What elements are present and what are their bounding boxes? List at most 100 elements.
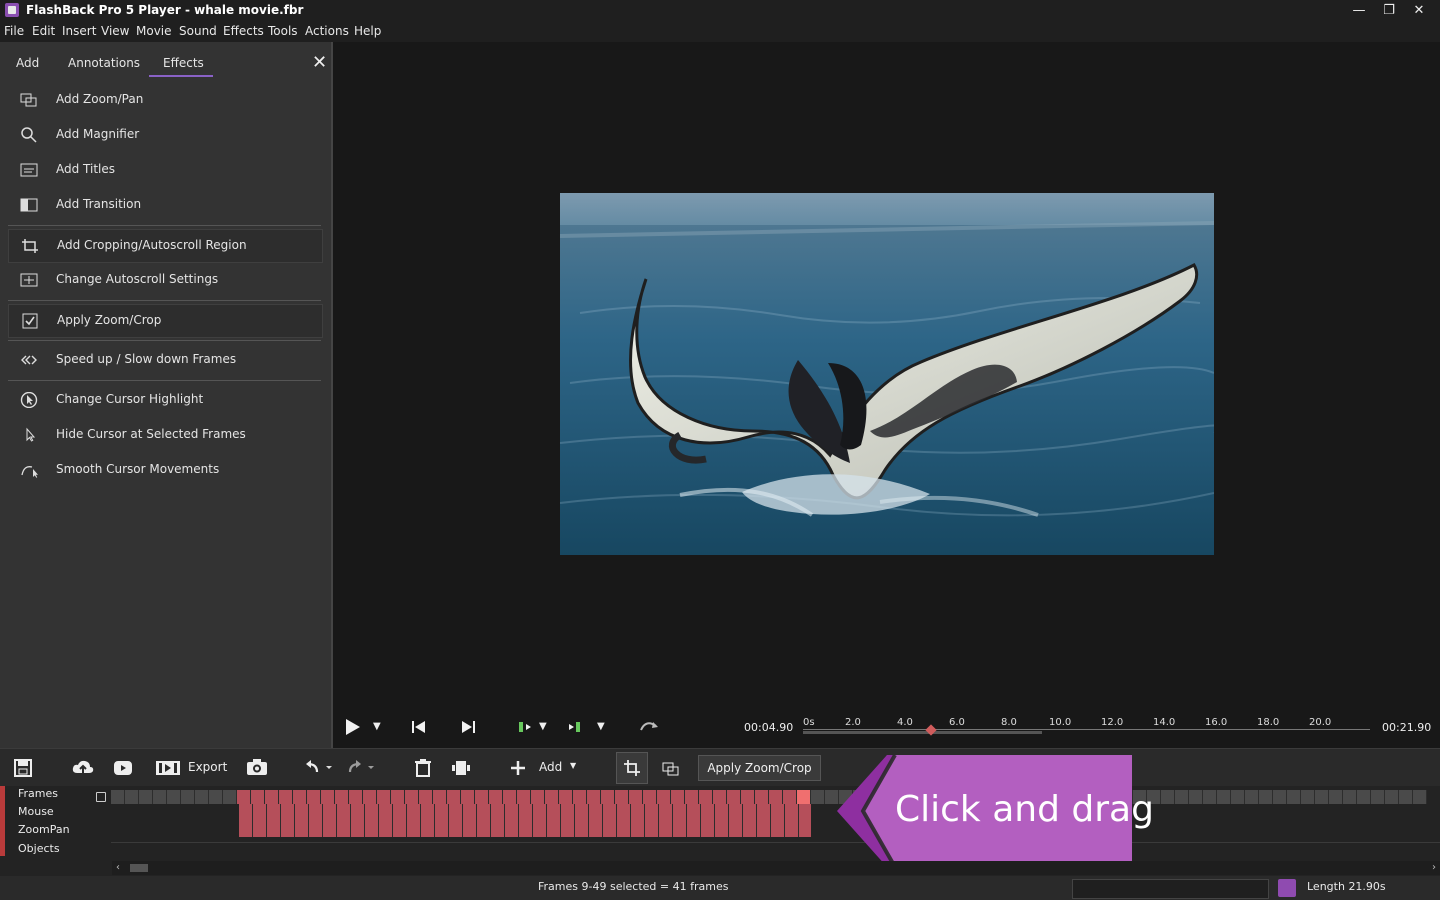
frame-cell[interactable] bbox=[475, 790, 489, 804]
go-to-start-icon[interactable] bbox=[407, 716, 431, 738]
frame-cell[interactable] bbox=[797, 790, 811, 804]
frame-cell[interactable] bbox=[1343, 790, 1357, 804]
upload-icon[interactable] bbox=[71, 757, 95, 779]
menu-tools[interactable]: Tools bbox=[268, 24, 298, 38]
add-icon[interactable] bbox=[509, 757, 527, 779]
frame-cell[interactable] bbox=[1385, 790, 1399, 804]
add-titles-item[interactable]: Add Titles bbox=[8, 154, 321, 186]
smooth-cursor-item[interactable]: Smooth Cursor Movements bbox=[8, 454, 321, 486]
change-autoscroll-item[interactable]: Change Autoscroll Settings bbox=[8, 264, 321, 296]
redo-icon[interactable] bbox=[345, 757, 375, 779]
frame-cell[interactable] bbox=[517, 790, 531, 804]
share-icon[interactable] bbox=[1278, 879, 1296, 897]
tab-effects[interactable]: Effects bbox=[163, 56, 204, 70]
timeline-scrubber-track[interactable] bbox=[803, 729, 1370, 730]
frame-cell[interactable] bbox=[811, 790, 825, 804]
frame-cell[interactable] bbox=[349, 790, 363, 804]
scroll-left-icon[interactable]: ‹ bbox=[116, 862, 120, 873]
frame-cell[interactable] bbox=[1273, 790, 1287, 804]
menu-edit[interactable]: Edit bbox=[32, 24, 55, 38]
menu-help[interactable]: Help bbox=[354, 24, 381, 38]
camera-icon[interactable] bbox=[245, 757, 269, 779]
frame-cell[interactable] bbox=[1231, 790, 1245, 804]
frame-cell[interactable] bbox=[363, 790, 377, 804]
frame-cell[interactable] bbox=[615, 790, 629, 804]
frame-cell[interactable] bbox=[1203, 790, 1217, 804]
frame-cell[interactable] bbox=[671, 790, 685, 804]
menu-sound[interactable]: Sound bbox=[179, 24, 217, 38]
add-magnifier-item[interactable]: Add Magnifier bbox=[8, 119, 321, 151]
tab-add[interactable]: Add bbox=[16, 56, 39, 70]
zoom-pan-toolbar-icon[interactable] bbox=[661, 757, 681, 779]
frame-cell[interactable] bbox=[335, 790, 349, 804]
scroll-right-icon[interactable]: › bbox=[1432, 862, 1436, 873]
restore-icon[interactable]: ❐ bbox=[1374, 0, 1404, 22]
frame-cell[interactable] bbox=[755, 790, 769, 804]
export-button[interactable]: Export bbox=[188, 760, 227, 774]
track-label-zoompan[interactable]: ZoomPan bbox=[18, 823, 70, 836]
tab-annotations[interactable]: Annotations bbox=[68, 56, 140, 70]
frame-cell[interactable] bbox=[433, 790, 447, 804]
frame-cell[interactable] bbox=[1161, 790, 1175, 804]
frame-cell[interactable] bbox=[545, 790, 559, 804]
save-icon[interactable] bbox=[12, 757, 34, 779]
frame-cell[interactable] bbox=[195, 790, 209, 804]
select-end-icon[interactable] bbox=[563, 716, 587, 738]
frame-cell[interactable] bbox=[391, 790, 405, 804]
frame-cell[interactable] bbox=[1175, 790, 1189, 804]
selected-frames-block[interactable] bbox=[239, 804, 811, 837]
horizontal-scrollbar[interactable]: ‹ › bbox=[112, 861, 1440, 875]
lock-icon[interactable] bbox=[96, 792, 106, 802]
frame-cell[interactable] bbox=[713, 790, 727, 804]
frame-cell[interactable] bbox=[741, 790, 755, 804]
frame-cell[interactable] bbox=[573, 790, 587, 804]
frame-cell[interactable] bbox=[1357, 790, 1371, 804]
frame-cell[interactable] bbox=[489, 790, 503, 804]
menu-view[interactable]: View bbox=[101, 24, 129, 38]
add-cropping-item[interactable]: Add Cropping/Autoscroll Region bbox=[8, 229, 323, 263]
menu-insert[interactable]: Insert bbox=[62, 24, 96, 38]
frame-cell[interactable] bbox=[1287, 790, 1301, 804]
frame-cell[interactable] bbox=[1189, 790, 1203, 804]
frame-cell[interactable] bbox=[111, 790, 125, 804]
frame-cell[interactable] bbox=[447, 790, 461, 804]
close-panel-icon[interactable]: ✕ bbox=[312, 52, 327, 73]
frame-cell[interactable] bbox=[461, 790, 475, 804]
apply-zoom-crop-button[interactable]: Apply Zoom/Crop bbox=[698, 755, 821, 781]
hide-cursor-item[interactable]: Hide Cursor at Selected Frames bbox=[8, 419, 321, 451]
frame-cell[interactable] bbox=[1413, 790, 1427, 804]
frame-cell[interactable] bbox=[727, 790, 741, 804]
select-start-icon[interactable] bbox=[514, 716, 538, 738]
menu-movie[interactable]: Movie bbox=[136, 24, 172, 38]
frame-cell[interactable] bbox=[125, 790, 139, 804]
track-label-frames[interactable]: Frames bbox=[18, 787, 58, 800]
frame-cell[interactable] bbox=[1217, 790, 1231, 804]
frame-cell[interactable] bbox=[279, 790, 293, 804]
frame-cell[interactable] bbox=[629, 790, 643, 804]
frame-cell[interactable] bbox=[503, 790, 517, 804]
frame-cell[interactable] bbox=[531, 790, 545, 804]
frame-cell[interactable] bbox=[307, 790, 321, 804]
close-icon[interactable]: ✕ bbox=[1404, 0, 1434, 22]
play-icon[interactable] bbox=[342, 716, 366, 738]
frame-cell[interactable] bbox=[153, 790, 167, 804]
frame-cell[interactable] bbox=[405, 790, 419, 804]
delete-icon[interactable] bbox=[413, 757, 433, 779]
menu-file[interactable]: File bbox=[4, 24, 24, 38]
frame-cell[interactable] bbox=[1315, 790, 1329, 804]
frame-cell[interactable] bbox=[181, 790, 195, 804]
youtube-icon[interactable] bbox=[111, 757, 135, 779]
frame-cell[interactable] bbox=[1399, 790, 1413, 804]
export-icon[interactable] bbox=[154, 757, 182, 779]
frame-cell[interactable] bbox=[769, 790, 783, 804]
frame-cell[interactable] bbox=[783, 790, 797, 804]
scroll-thumb[interactable] bbox=[130, 864, 148, 872]
frame-cell[interactable] bbox=[699, 790, 713, 804]
frame-cell[interactable] bbox=[657, 790, 671, 804]
frame-cell[interactable] bbox=[419, 790, 433, 804]
frame-cell[interactable] bbox=[587, 790, 601, 804]
frame-cell[interactable] bbox=[643, 790, 657, 804]
add-button[interactable]: Add bbox=[539, 760, 562, 774]
frame-cell[interactable] bbox=[1371, 790, 1385, 804]
frame-cell[interactable] bbox=[1329, 790, 1343, 804]
